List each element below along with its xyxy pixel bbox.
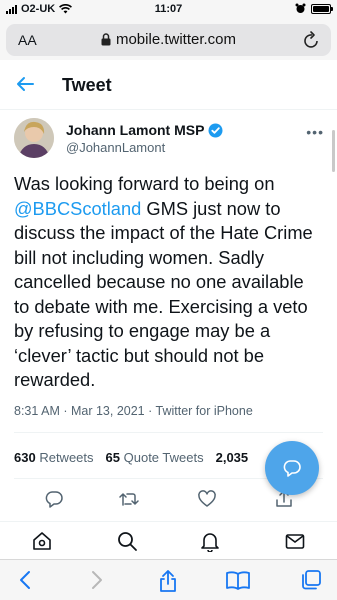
compose-reply-button[interactable] — [265, 441, 319, 495]
browser-back-icon[interactable] — [16, 569, 36, 591]
tweet-line-text: bill not including women. Sadly — [14, 246, 264, 268]
lock-icon — [101, 33, 111, 46]
author-handle[interactable]: @JohannLamont — [66, 140, 165, 155]
status-time: 11:07 — [154, 3, 183, 15]
tweet-line-text: cancelled because no one available — [14, 271, 304, 292]
search-icon[interactable] — [116, 530, 138, 552]
tabs-overview-icon[interactable] — [300, 569, 322, 591]
likes-stat[interactable]: 2,035 — [216, 450, 249, 465]
alarm-icon — [295, 3, 306, 13]
reply-bubble-icon — [283, 460, 301, 477]
address-field[interactable]: AA mobile.twitter.com — [6, 24, 331, 56]
divider — [14, 432, 323, 433]
tweet-line: bill not including women. Sadly — [14, 246, 326, 271]
tweet-line-text: Was looking forward to being on — [14, 173, 275, 194]
battery-icon — [311, 3, 333, 14]
status-right — [295, 3, 333, 14]
bookmarks-book-icon[interactable] — [225, 569, 251, 591]
tweet-line-text: by refusing to engage may be a — [14, 320, 271, 341]
browser-share-icon[interactable] — [157, 569, 179, 593]
browser-toolbar — [0, 559, 337, 600]
mention-link[interactable]: @BBCScotland — [14, 198, 141, 219]
scrollbar[interactable] — [332, 130, 335, 172]
tweet-line-text: ‘clever’ tactic but should not be — [14, 344, 264, 366]
retweets-stat[interactable]: 630 Retweets — [14, 450, 94, 465]
browser-forward-icon[interactable] — [86, 569, 106, 591]
tweet-line: rewarded. — [14, 368, 326, 393]
page-title: Tweet — [62, 75, 112, 95]
browser-url-bar: AA mobile.twitter.com — [0, 20, 337, 60]
tweet-line: @BBCScotland GMS just now to — [14, 197, 326, 222]
tweet-line-text: discuss the impact of the Hate Crime — [14, 222, 313, 243]
avatar[interactable] — [14, 118, 54, 158]
author-name-text: Johann Lamont MSP — [66, 122, 205, 138]
more-options-icon[interactable]: ••• — [306, 124, 324, 140]
tweet-line: cancelled because no one available — [14, 270, 326, 295]
home-icon[interactable] — [31, 530, 53, 552]
retweets-count: 630 — [14, 450, 36, 465]
tweet-text: Was looking forward to being on @BBCScot… — [14, 172, 326, 393]
tweet-stats: 630 Retweets 65 Quote Tweets 2,035 — [14, 450, 248, 465]
tweet-line-text: to debate with me. Exercising a veto — [14, 295, 308, 317]
tweet-line: discuss the impact of the Hate Crime — [14, 221, 326, 246]
quote-tweets-stat[interactable]: 65 Quote Tweets — [106, 450, 204, 465]
tweet-line: to debate with me. Exercising a veto — [14, 295, 326, 320]
quote-label: Quote Tweets — [123, 450, 204, 465]
reload-icon[interactable] — [303, 30, 321, 50]
url-text: mobile.twitter.com — [115, 31, 237, 48]
url-display[interactable]: mobile.twitter.com — [6, 31, 331, 48]
tweet-meta: 8:31 AM · Mar 13, 2021 · Twitter for iPh… — [14, 404, 253, 418]
twitter-tab-bar — [0, 521, 337, 559]
messages-mail-icon[interactable] — [284, 530, 306, 552]
tweet-header: Tweet — [0, 60, 337, 110]
notifications-bell-icon[interactable] — [199, 530, 221, 552]
verified-badge-icon — [208, 123, 223, 137]
likes-count: 2,035 — [215, 450, 249, 465]
retweets-label: Retweets — [39, 450, 94, 465]
tweet-line-text: GMS just now to — [141, 197, 281, 219]
tweet-line-text: rewarded. — [14, 369, 96, 390]
author-name[interactable]: Johann Lamont MSP — [66, 122, 223, 138]
like-icon[interactable] — [197, 489, 217, 509]
quote-count: 65 — [105, 450, 120, 465]
tweet-line: Was looking forward to being on — [14, 172, 326, 197]
status-bar: O2-UK 11:07 — [0, 0, 337, 20]
retweet-icon[interactable] — [118, 489, 140, 509]
tweet-author[interactable]: Johann Lamont MSP @JohannLamont ••• — [14, 118, 324, 164]
tweet-line: by refusing to engage may be a — [14, 319, 326, 344]
back-arrow-icon[interactable] — [14, 73, 36, 95]
reply-icon[interactable] — [44, 489, 64, 509]
tweet-line: ‘clever’ tactic but should not be — [14, 344, 326, 369]
